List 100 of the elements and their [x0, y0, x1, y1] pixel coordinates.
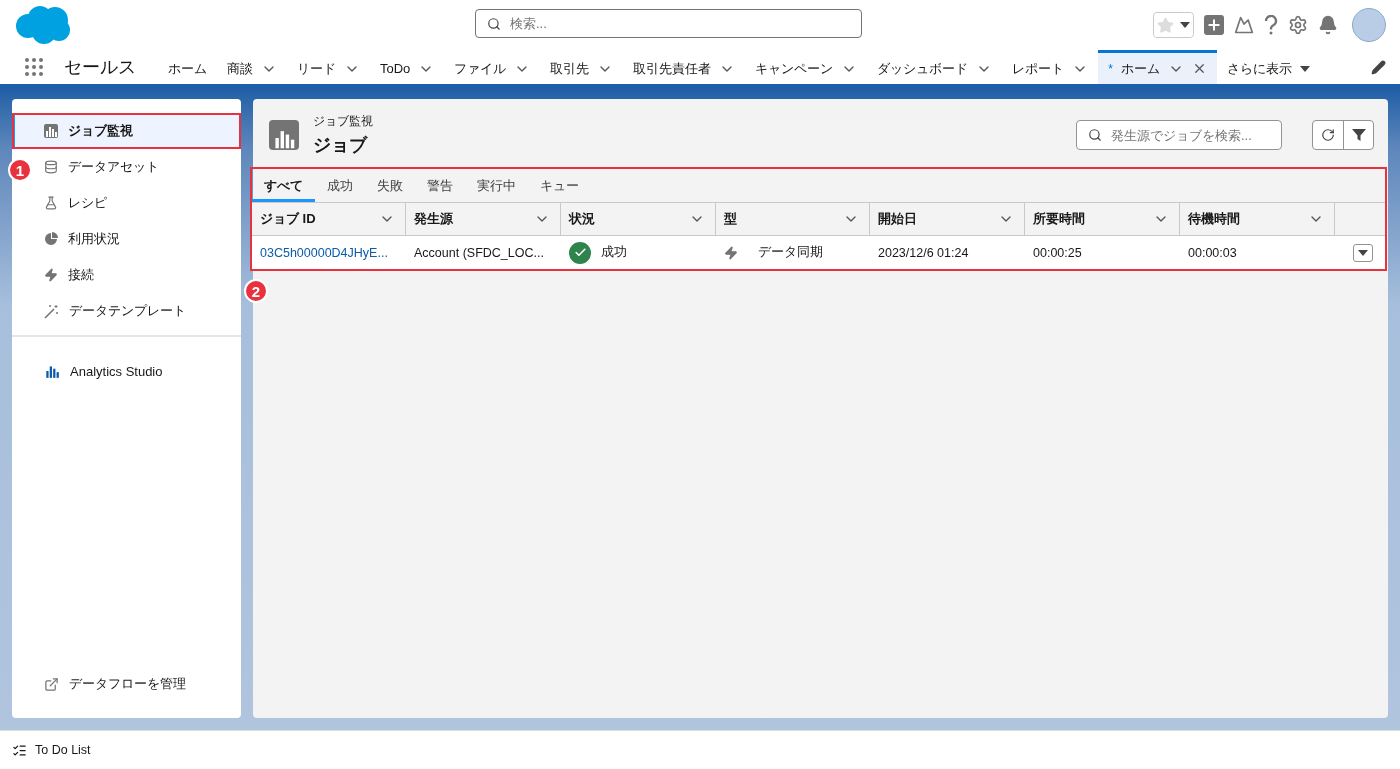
filter-tab[interactable]: 実行中 [465, 169, 528, 202]
filter-icon [1351, 128, 1366, 142]
column-header-label: 待機時間 [1188, 210, 1240, 228]
column-header[interactable]: 所要時間 [1025, 203, 1180, 236]
column-header[interactable]: 状況 [561, 203, 716, 236]
column-header[interactable]: 型 [716, 203, 870, 236]
filter-tab[interactable]: 成功 [315, 169, 365, 202]
page-title: ジョブ [313, 134, 369, 157]
magic-wand-icon [44, 303, 59, 319]
sidebar-item[interactable]: Analytics Studio [44, 353, 241, 389]
external-link-icon [44, 676, 59, 692]
column-header[interactable]: 開始日 [870, 203, 1025, 236]
nav-tab[interactable]: ホーム [158, 50, 217, 84]
filter-tab[interactable]: すべて [252, 169, 315, 202]
nav-tab[interactable]: レポート [1002, 50, 1099, 84]
sidebar-item[interactable]: レシピ [44, 185, 241, 221]
settings-icon [1288, 15, 1308, 35]
nav-tab-label: レポート [1012, 59, 1065, 78]
sidebar-item-label: データテンプレート [69, 302, 186, 320]
mountain-icon [1234, 15, 1254, 35]
caret-down-icon [1300, 65, 1311, 72]
global-search-field[interactable]: 検索... [475, 9, 862, 38]
table-cell: 00:00:25 [1033, 245, 1082, 260]
sidebar-link[interactable]: データフローを管理 [44, 666, 241, 702]
bell-icon [1318, 15, 1338, 35]
callout-badge: 1 [8, 158, 32, 182]
nav-tab[interactable]: 取引先責任者 [623, 50, 746, 84]
nav-tab[interactable]: ToDo [370, 50, 445, 84]
caret-down-icon [1180, 22, 1190, 28]
row-actions-button[interactable] [1353, 243, 1373, 262]
sidebar-link-label: データフローを管理 [69, 675, 186, 693]
column-header[interactable]: 発生源 [406, 203, 561, 236]
help-button[interactable] [1264, 15, 1278, 35]
refresh-icon [1321, 128, 1335, 142]
sidebar-item-label: データアセット [68, 158, 159, 176]
column-header[interactable]: ジョブ ID [252, 203, 406, 236]
filter-tab[interactable]: 失敗 [365, 169, 415, 202]
search-icon [487, 16, 501, 31]
favorites-menu-button[interactable] [1177, 13, 1193, 37]
breadcrumb: ジョブ監視 [313, 113, 373, 130]
nav-tab[interactable]: キャンペーン [745, 50, 868, 84]
nav-tab[interactable]: さらに表示 [1217, 50, 1321, 84]
column-header-label: 発生源 [414, 210, 453, 228]
column-header-label: 所要時間 [1033, 210, 1085, 228]
column-header[interactable]: 待機時間 [1180, 203, 1335, 236]
nav-tab-label: リード [297, 59, 336, 78]
success-icon [569, 241, 591, 264]
bolt-icon [44, 268, 58, 282]
table-cell: データ同期 [758, 244, 823, 261]
status-label: 成功 [601, 244, 627, 261]
sidebar-item-label: ジョブ監視 [68, 122, 133, 140]
table-cell: Account (SFDC_LOC... [414, 245, 544, 260]
app-launcher-icon [22, 55, 46, 79]
settings-button[interactable] [1288, 15, 1308, 35]
column-header-label: 型 [724, 210, 737, 228]
nav-tab-label: ダッシュボード [877, 59, 969, 78]
nav-tab[interactable]: 商談 [217, 50, 287, 84]
sidebar-item[interactable]: データテンプレート [44, 293, 241, 329]
sidebar-item-label: レシピ [68, 194, 107, 212]
pie-chart-icon [44, 232, 58, 246]
pencil-icon [1371, 59, 1386, 75]
nav-tab-label: 商談 [227, 59, 253, 78]
nav-tab-label: 取引先 [550, 59, 590, 78]
column-header-label: 状況 [569, 210, 595, 228]
nav-tab-label: ホーム [1121, 59, 1161, 78]
sidebar-item[interactable]: 接続 [44, 257, 241, 293]
filter-tab[interactable]: キュー [528, 169, 591, 202]
sidebar-item[interactable]: 利用状況 [44, 221, 241, 257]
table-cell: 00:00:03 [1188, 245, 1237, 260]
cloud-logo[interactable] [14, 4, 72, 46]
column-header-label: 開始日 [878, 210, 917, 228]
bar-chart-icon [44, 124, 58, 138]
sidebar-item[interactable]: ジョブ監視 [12, 113, 241, 149]
notifications-button[interactable] [1318, 15, 1338, 35]
help-icon [1264, 15, 1278, 35]
column-header-label: ジョブ ID [260, 210, 316, 228]
sidebar-item-label: 利用状況 [68, 230, 120, 248]
nav-tab-label: ToDo [380, 61, 411, 76]
nav-tab[interactable]: 取引先 [540, 50, 624, 84]
checklist-icon [12, 742, 27, 758]
to-do-list-button[interactable]: To Do List [12, 742, 91, 758]
nav-tab[interactable]: ダッシュボード [867, 50, 1003, 84]
bolt-icon [724, 245, 738, 260]
add-button[interactable] [1204, 15, 1224, 35]
nav-tab-label: ホーム [168, 59, 207, 78]
mountain-button[interactable] [1234, 15, 1254, 35]
database-icon [44, 160, 58, 174]
sidebar-item[interactable]: データアセット [44, 149, 241, 185]
search-icon [1088, 128, 1102, 142]
unsaved-marker: * [1108, 61, 1114, 76]
nav-tab[interactable]: ファイル [444, 50, 541, 84]
nav-tab[interactable]: * ホーム [1098, 50, 1218, 84]
star-icon [1157, 16, 1174, 34]
plus-icon [1206, 17, 1222, 33]
nav-tab[interactable]: リード [287, 50, 370, 84]
nav-tab-label: キャンペーン [755, 59, 834, 78]
table-cell: 2023/12/6 01:24 [878, 245, 969, 260]
job-search-field[interactable]: 発生源でジョブを検索... [1076, 120, 1282, 150]
filter-tab[interactable]: 警告 [415, 169, 465, 202]
flask-icon [44, 196, 58, 210]
